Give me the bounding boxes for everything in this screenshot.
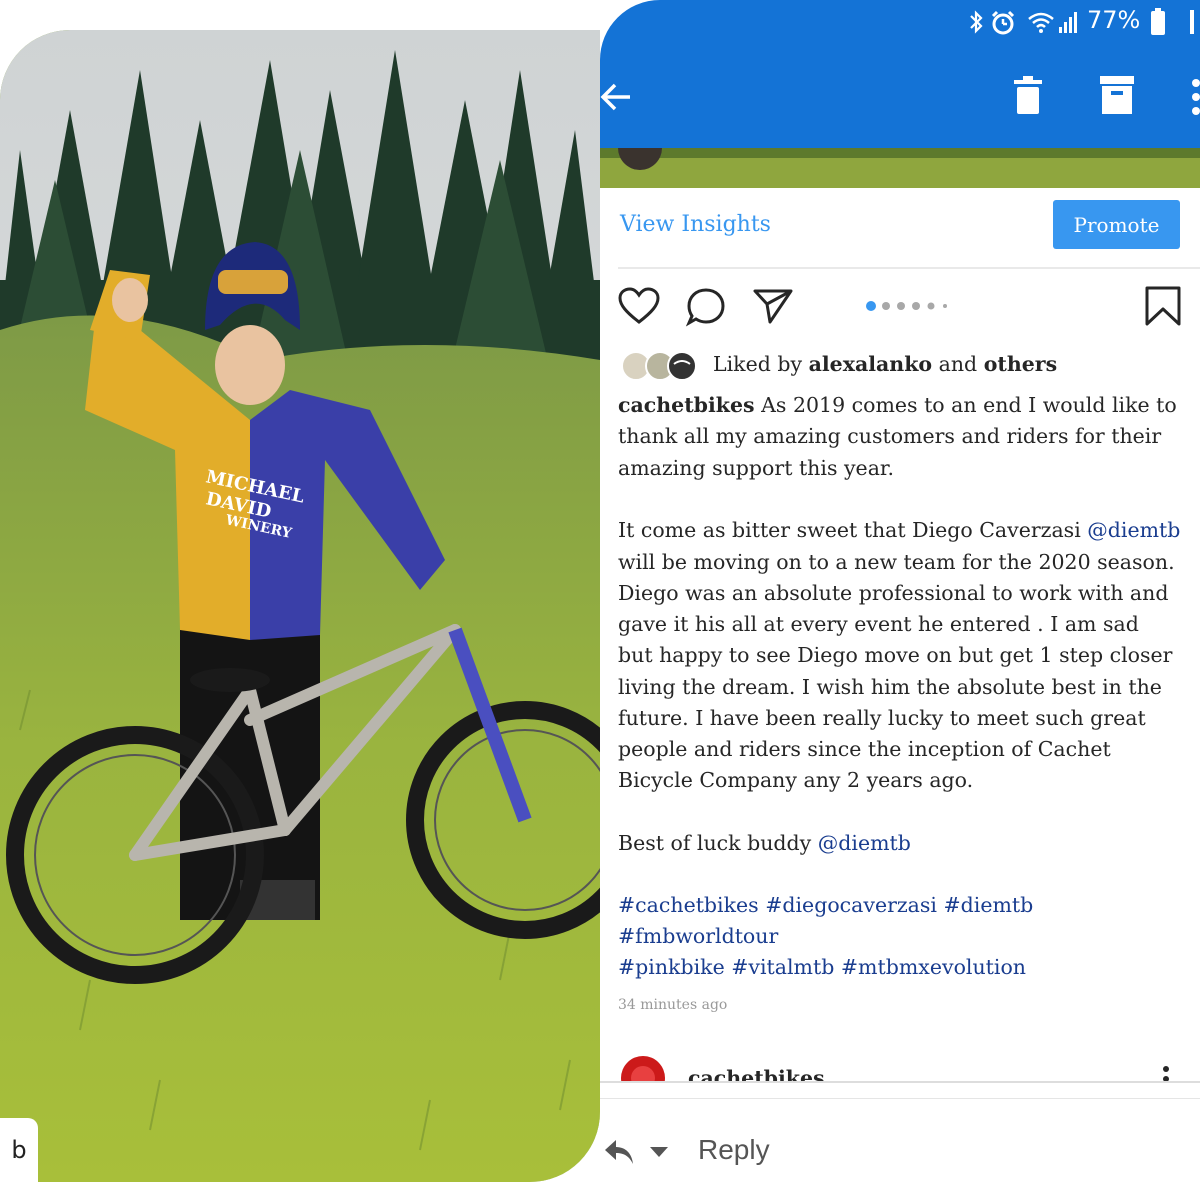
alarm-icon xyxy=(991,10,1015,35)
archive-icon[interactable] xyxy=(1100,76,1134,114)
view-insights-link[interactable]: View Insights xyxy=(620,212,771,237)
bluetooth-icon xyxy=(970,10,983,34)
chevron-down-icon[interactable] xyxy=(649,1146,669,1158)
caption-line: Bicycle Company any 2 years ago. xyxy=(618,768,974,792)
caption-line: amazing support this year. xyxy=(618,456,894,480)
liked-by-and: and xyxy=(938,352,978,376)
reply-bar xyxy=(600,1098,1200,1201)
divider xyxy=(618,267,1200,269)
bookmark-icon[interactable] xyxy=(1144,285,1182,327)
next-post-header: cachetbikes xyxy=(600,1050,1200,1082)
hashtag-line[interactable]: #cachetbikes #diegocaverzasi #diemtb xyxy=(618,893,1033,917)
liked-by-user[interactable]: alexalanko xyxy=(809,352,932,376)
share-icon[interactable] xyxy=(752,287,794,325)
grass-image-strip xyxy=(600,148,1200,188)
caption-line: gave it his all at every event he entere… xyxy=(618,612,1139,636)
caption-line: thank all my amazing customers and rider… xyxy=(618,424,1162,448)
liker-avatars[interactable] xyxy=(620,350,700,382)
caption-line: living the dream. I wish him the absolut… xyxy=(618,675,1162,699)
reply-arrow-icon[interactable] xyxy=(604,1138,634,1166)
caption-line: but happy to see Diego move on but get 1… xyxy=(618,643,1173,667)
trash-icon[interactable] xyxy=(1014,76,1042,116)
promote-button[interactable]: Promote xyxy=(1053,200,1180,249)
signal-icon xyxy=(1059,12,1077,33)
corner-glyph: b xyxy=(0,1118,38,1182)
caption-line: As 2019 comes to an end I would like to xyxy=(761,393,1177,417)
battery-percent: 77% xyxy=(1087,6,1141,34)
caption-line: Diego was an absolute professional to wo… xyxy=(618,581,1169,605)
back-arrow-icon[interactable] xyxy=(600,80,634,114)
reply-button[interactable]: Reply xyxy=(698,1134,770,1166)
post-timestamp: 34 minutes ago xyxy=(618,997,728,1013)
caption-line: will be moving on to a new team for the … xyxy=(618,550,1175,574)
caption-line: future. I have been really lucky to meet… xyxy=(618,706,1146,730)
divider xyxy=(600,1081,1200,1083)
liked-by-line: Liked by alexalanko and others xyxy=(713,352,1057,376)
carousel-dots xyxy=(866,301,947,311)
hashtag-line[interactable]: #fmbworldtour xyxy=(618,924,778,948)
post-photo: MICHAEL DAVID WINERY xyxy=(0,30,600,1182)
more-vertical-icon[interactable] xyxy=(1190,78,1200,116)
wifi-icon xyxy=(1028,12,1054,33)
mention-link[interactable]: @diemtb xyxy=(818,831,911,855)
caption-line: Best of luck buddy xyxy=(618,831,812,855)
battery-icon xyxy=(1151,8,1165,35)
rider-with-bike-image: MICHAEL DAVID WINERY xyxy=(0,30,600,1182)
next-post-username[interactable]: cachetbikes xyxy=(688,1066,825,1082)
post-menu-icon[interactable] xyxy=(1161,1064,1171,1082)
liked-by-prefix: Liked by xyxy=(713,352,803,376)
hashtag-line[interactable]: #pinkbike #vitalmtb #mtbmxevolution xyxy=(618,955,1026,979)
app-screen: 77% View Insights Promote Liked by alexa… xyxy=(600,0,1200,1201)
caption-line: people and riders since the inception of… xyxy=(618,737,1111,761)
heart-icon[interactable] xyxy=(618,287,660,325)
status-edge xyxy=(1190,10,1194,34)
next-post-avatar[interactable] xyxy=(620,1055,666,1082)
mention-link[interactable]: @diemtb xyxy=(1087,518,1180,542)
liked-by-others[interactable]: others xyxy=(984,352,1057,376)
app-header: 77% xyxy=(600,0,1200,150)
comment-icon[interactable] xyxy=(685,287,727,327)
caption-line: It come as bitter sweet that Diego Caver… xyxy=(618,518,1081,542)
caption-username[interactable]: cachetbikes xyxy=(618,393,755,417)
